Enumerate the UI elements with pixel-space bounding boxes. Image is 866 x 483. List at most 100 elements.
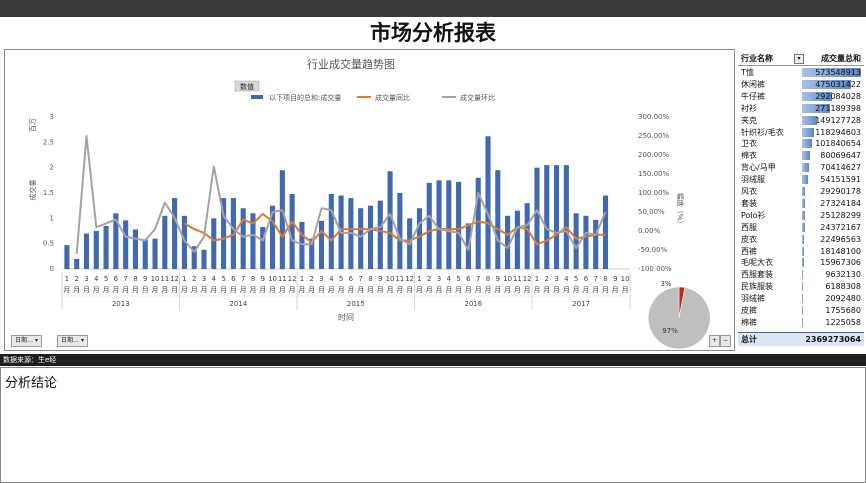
ranking-row-value: 9632130 [825,270,861,280]
ranking-row[interactable]: 休闲裤 475031422 [738,79,864,90]
ranking-row-name: T恤 [741,68,754,77]
ranking-row[interactable]: 羽绒服 54151591 [738,174,864,185]
x-month-tick-label: 8 [251,275,255,283]
x-month-tick-label: 3 [84,275,88,283]
ranking-row[interactable]: 棉衣 80069647 [738,150,864,161]
ranking-row[interactable]: 民族服装 6188308 [738,281,864,292]
volume-bar [602,195,609,269]
ranking-row[interactable]: T恤 573548913 [738,67,864,78]
page-title: 市场分析报表 [370,21,496,45]
ranking-row-value: 80069647 [820,151,861,161]
x-month-tick-label: 12 [405,275,414,283]
x-month-suffix: 月 [387,286,394,294]
x-month-tick-label: 9 [496,275,500,283]
ranking-data-bar [802,270,803,280]
x-month-suffix: 月 [426,286,433,294]
x-month-suffix: 月 [181,286,188,294]
x-month-suffix: 月 [230,286,237,294]
ranking-row[interactable]: 针织衫/毛衣 118294603 [738,127,864,138]
ranking-row[interactable]: 卫衣 101840654 [738,138,864,149]
x-month-suffix: 月 [152,286,159,294]
date-filter-button-year[interactable]: 日期… ▾ [11,335,42,347]
volume-bar [142,239,148,269]
x-month-tick-label: 9 [613,275,617,283]
ranking-row-value: 6188308 [825,282,861,292]
ranking-row[interactable]: 西服套装 9632130 [738,269,864,280]
ranking-row[interactable]: Polo衫 25128299 [738,210,864,221]
collapse-minus-button[interactable]: − [720,335,732,347]
x-month-suffix: 月 [416,286,423,294]
x-month-suffix: 月 [259,286,266,294]
volume-bar [436,180,442,269]
x-month-tick-label: 7 [476,275,480,283]
volume-bar [318,220,325,269]
x-month-suffix: 月 [220,286,227,294]
conclusion-panel[interactable]: 分析结论 [0,367,866,483]
y-left-tick-label: 3 [50,113,54,121]
x-month-suffix: 月 [573,286,580,294]
expand-plus-button[interactable]: + [709,335,721,347]
x-year-label: 2015 [347,300,365,308]
x-month-suffix: 月 [563,286,570,294]
x-month-tick-label: 11 [395,275,404,283]
x-month-suffix: 月 [494,286,501,294]
x-month-tick-label: 8 [368,275,372,283]
y-right-tick-label: 100.00% [638,189,669,197]
ranking-row-value: 271189398 [815,103,861,113]
ranking-row-value: 18148100 [820,246,861,256]
volume-bar [74,258,80,269]
ranking-row-name: 衬衫 [741,103,757,113]
ranking-row[interactable]: 衬衫 271189398 [738,103,864,114]
x-month-suffix: 月 [142,286,149,294]
ranking-row[interactable]: 套装 27324184 [738,198,864,209]
ranking-row-name: 棉裤 [741,317,757,327]
x-month-suffix: 月 [485,286,492,294]
ranking-row[interactable]: 风衣 29290178 [738,186,864,197]
ranking-row-name: 西服 [741,222,757,232]
x-month-tick-label: 11 [513,275,522,283]
x-month-suffix: 月 [289,286,296,294]
x-month-suffix: 月 [357,286,364,294]
ranking-data-bar [802,246,804,256]
x-month-suffix: 月 [455,286,462,294]
x-month-suffix: 月 [553,286,560,294]
volume-bar [93,231,99,269]
ranking-row[interactable]: 牛仔裤 292084028 [738,91,864,102]
ranking-row[interactable]: 毛呢大衣 15967306 [738,257,864,268]
ranking-row[interactable]: 夹克 149127728 [738,115,864,126]
filter-funnel-icon: ▾ [80,337,84,344]
volume-bar [83,233,90,269]
ranking-row-value: 475031422 [815,79,861,89]
y-left-axis-title: 成交量 [28,180,37,201]
date-filter-button-month[interactable]: 日期… ▾ [57,335,88,347]
conclusion-label: 分析结论 [5,376,58,391]
ranking-row[interactable]: 皮衣 22496563 [738,234,864,245]
x-month-tick-label: 12 [288,275,297,283]
volume-bar [416,208,422,269]
x-month-suffix: 月 [602,286,609,294]
x-year-label: 2016 [464,300,482,308]
ranking-row-value: 149127728 [815,115,861,125]
ranking-row[interactable]: 羽绒裤 2092480 [738,293,864,304]
x-month-suffix: 月 [201,286,208,294]
x-month-tick-label: 3 [319,275,323,283]
x-month-tick-label: 11 [278,275,287,283]
filter-dropdown-icon[interactable]: ▾ [794,54,804,64]
ranking-row[interactable]: 棉裤 1225058 [738,317,864,328]
volume-bar [132,229,138,269]
volume-bar [211,218,217,269]
ranking-row[interactable]: 背心/马甲 70414627 [738,162,864,173]
x-month-suffix: 月 [406,286,413,294]
x-month-tick-label: 10 [621,275,630,283]
ranking-row[interactable]: 西服 24372167 [738,222,864,233]
x-month-suffix: 月 [338,286,345,294]
ranking-row[interactable]: 皮裤 1755680 [738,305,864,316]
y-left-tick-label: 1.5 [43,189,54,197]
date-filter-label: 日期… [15,337,34,344]
ranking-row[interactable]: 西裤 18148100 [738,246,864,257]
ranking-row-value: 1755680 [825,306,861,315]
x-month-suffix: 月 [465,286,472,294]
x-month-tick-label: 9 [261,275,265,283]
volume-bar [152,238,158,269]
ranking-data-bar [802,258,804,268]
